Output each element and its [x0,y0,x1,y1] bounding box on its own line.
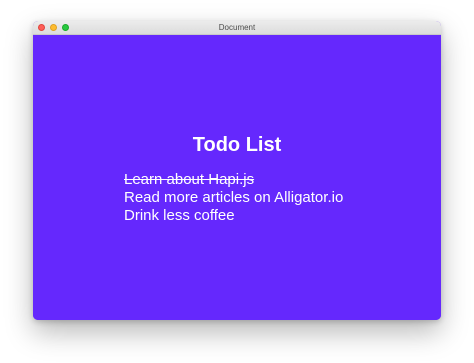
title-bar[interactable]: Document [33,21,441,35]
todo-item[interactable]: Read more articles on Alligator.io [124,189,343,207]
todo-item[interactable]: Learn about Hapi.js [124,171,343,189]
window-title: Document [218,23,256,32]
browser-window: Document Todo List Learn about Hapi.js R… [33,21,441,320]
todo-item[interactable]: Drink less coffee [124,207,343,225]
page-title: Todo List [192,134,282,156]
todo-list: Learn about Hapi.js Read more articles o… [124,171,343,225]
page-content: Todo List Learn about Hapi.js Read more … [33,35,441,320]
